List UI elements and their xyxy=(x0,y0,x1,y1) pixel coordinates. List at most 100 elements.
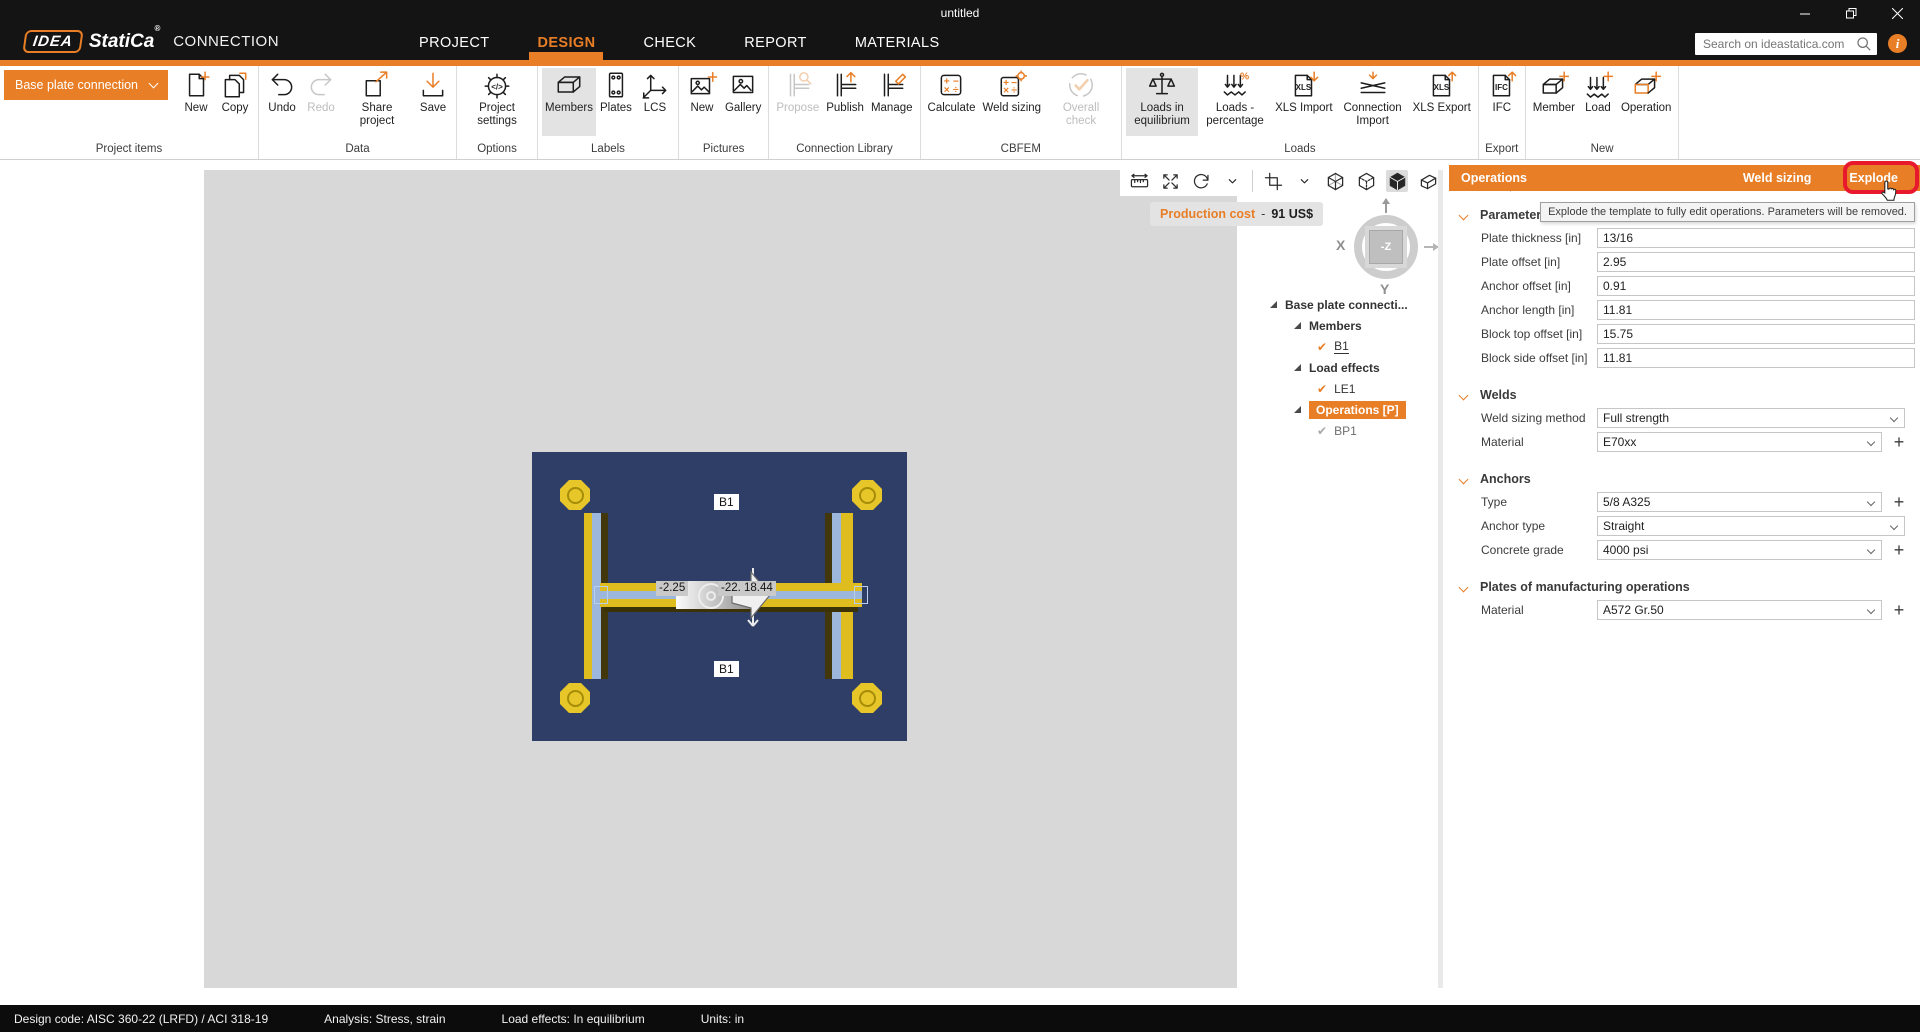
weld-sizing-header-button[interactable]: Weld sizing xyxy=(1743,171,1812,185)
dropdown-chevron-icon[interactable] xyxy=(1221,170,1243,192)
cube-wireframe-icon[interactable] xyxy=(1324,170,1346,192)
view-cube-axis-x[interactable]: X xyxy=(1336,237,1345,253)
tab-design[interactable]: DESIGN xyxy=(533,27,599,60)
zoom-fit-icon[interactable] xyxy=(1159,170,1181,192)
tree-item-operations[interactable]: Operations [P] xyxy=(1270,399,1446,420)
ribbon-button-xls-import[interactable]: XLSXLS Import xyxy=(1272,68,1336,136)
search-input[interactable] xyxy=(1695,33,1877,55)
info-button[interactable]: i xyxy=(1888,34,1907,53)
ribbon-button-copy[interactable]: Copy xyxy=(216,68,254,136)
dimension-label[interactable]: 18.44 xyxy=(741,581,776,596)
ribbon-button-operation[interactable]: Operation xyxy=(1618,68,1675,136)
cube-transparent-icon[interactable] xyxy=(1355,170,1377,192)
type-select[interactable]: 5/8 A325 xyxy=(1597,492,1882,512)
view-cube[interactable]: -Z X Y xyxy=(1336,205,1446,300)
add-concrete-grade-button[interactable]: + xyxy=(1889,539,1909,561)
property-label: Plate offset [in] xyxy=(1481,255,1560,269)
ribbon-button-save[interactable]: Save xyxy=(414,68,452,136)
ribbon-button-new[interactable]: New xyxy=(683,68,721,136)
minimize-button[interactable] xyxy=(1782,0,1828,27)
status-analysis: Analysis: Stress, strain xyxy=(324,1012,445,1026)
rotation-manipulator-dot[interactable] xyxy=(706,591,716,601)
ribbon-button-xls-export[interactable]: XLSXLS Export xyxy=(1410,68,1474,136)
section-header-welds[interactable]: Welds xyxy=(1449,387,1920,407)
restore-button[interactable] xyxy=(1828,0,1874,27)
block-top-offset-in-input[interactable] xyxy=(1597,324,1915,344)
anchor-bolt[interactable] xyxy=(560,683,590,713)
anchor-offset-in-input[interactable] xyxy=(1597,276,1915,296)
weld-sizing-method-select[interactable]: Full strength xyxy=(1597,408,1905,428)
checkmark-icon[interactable]: ✔ xyxy=(1317,382,1327,396)
ribbon-button-manage[interactable]: Manage xyxy=(868,68,916,136)
section-header-plates-of-manufacturing-operations[interactable]: Plates of manufacturing operations xyxy=(1449,579,1920,599)
anchor-length-in-input[interactable] xyxy=(1597,300,1915,320)
tree-item-bp1[interactable]: ✔ BP1 xyxy=(1270,420,1446,441)
expander-icon[interactable] xyxy=(1294,322,1301,329)
member-flange[interactable] xyxy=(584,513,592,679)
anchor-bolt[interactable] xyxy=(560,480,590,510)
3d-viewport[interactable]: -2.25 -22.4 18.44 B1 B1 xyxy=(204,170,1237,988)
anchor-bolt[interactable] xyxy=(852,480,882,510)
dropdown-chevron-icon[interactable] xyxy=(1293,170,1315,192)
tree-item-members[interactable]: Members xyxy=(1270,315,1446,336)
anchor-type-select[interactable]: Straight xyxy=(1597,516,1905,536)
ribbon-button-connection-import[interactable]: Connection Import xyxy=(1337,68,1409,136)
clip-view-icon[interactable] xyxy=(1262,170,1284,192)
ribbon-button-members[interactable]: Members xyxy=(542,68,596,136)
measure-icon[interactable] xyxy=(1128,170,1150,192)
ribbon-button-project-settings[interactable]: </>Project settings xyxy=(461,68,533,136)
add-material-button[interactable]: + xyxy=(1889,599,1909,621)
checkmark-icon[interactable]: ✔ xyxy=(1317,340,1327,354)
concrete-grade-select[interactable]: 4000 psi xyxy=(1597,540,1882,560)
plate-offset-in-input[interactable] xyxy=(1597,252,1915,272)
ribbon-button-share-project[interactable]: Share project xyxy=(341,68,413,136)
ribbon-button-loads-percentage[interactable]: %Loads - percentage xyxy=(1199,68,1271,136)
tab-materials[interactable]: MATERIALS xyxy=(851,27,944,60)
anchor-bolt[interactable] xyxy=(852,683,882,713)
ribbon-button-new[interactable]: New xyxy=(177,68,215,136)
expander-icon[interactable] xyxy=(1294,364,1301,371)
ribbon-button-plates[interactable]: Plates xyxy=(597,68,635,136)
ribbon-button-weld-sizing[interactable]: +−×÷Weld sizing xyxy=(979,68,1044,136)
ribbon-button-publish[interactable]: Publish xyxy=(823,68,867,136)
close-button[interactable] xyxy=(1874,0,1920,27)
dimension-label[interactable]: -2.25 xyxy=(656,581,688,596)
ribbon-button-load[interactable]: Load xyxy=(1579,68,1617,136)
section-header-anchors[interactable]: Anchors xyxy=(1449,471,1920,491)
ribbon-button-member[interactable]: Member xyxy=(1530,68,1578,136)
properties-body: ParametersPlate thickness [in]Plate offs… xyxy=(1449,207,1920,623)
tree-scrollbar[interactable] xyxy=(1438,170,1443,988)
add-material-button[interactable]: + xyxy=(1889,431,1909,453)
clipped-solid-icon[interactable] xyxy=(1417,170,1439,192)
ribbon-button-ifc[interactable]: IFCIFC xyxy=(1483,68,1521,136)
ribbon-button-gallery[interactable]: Gallery xyxy=(722,68,764,136)
tab-report[interactable]: REPORT xyxy=(740,27,811,60)
move-arrow-manipulator[interactable] xyxy=(726,566,776,628)
block-side-offset-in-input[interactable] xyxy=(1597,348,1915,368)
member-label-b1[interactable]: B1 xyxy=(714,661,739,677)
member-label-b1[interactable]: B1 xyxy=(714,494,739,510)
ribbon-button-loads-in-equilibrium[interactable]: Loads in equilibrium xyxy=(1126,68,1198,136)
expander-icon[interactable] xyxy=(1294,406,1301,413)
tab-project[interactable]: PROJECT xyxy=(415,27,493,60)
ribbon-button-undo[interactable]: Undo xyxy=(263,68,301,136)
add-type-button[interactable]: + xyxy=(1889,491,1909,513)
tree-item-load-effects[interactable]: Load effects xyxy=(1270,357,1446,378)
ribbon-button-lcs[interactable]: LCS xyxy=(636,68,674,136)
material-select[interactable]: E70xx xyxy=(1597,432,1882,452)
view-cube-face[interactable]: -Z xyxy=(1365,226,1407,268)
checkmark-icon[interactable]: ✔ xyxy=(1317,424,1327,438)
material-select[interactable]: A572 Gr.50 xyxy=(1597,600,1882,620)
expander-icon[interactable] xyxy=(1270,301,1277,308)
cube-solid-icon[interactable] xyxy=(1386,170,1408,192)
svg-text:×: × xyxy=(1003,86,1009,97)
tree-item-root[interactable]: Base plate connecti... xyxy=(1270,294,1446,315)
tab-check[interactable]: CHECK xyxy=(639,27,700,60)
tree-item-b1[interactable]: ✔ B1 xyxy=(1270,336,1446,357)
ribbon-button-calculate[interactable]: +−×÷Calculate xyxy=(925,68,979,136)
tree-item-le1[interactable]: ✔ LE1 xyxy=(1270,378,1446,399)
rotate-view-icon[interactable] xyxy=(1190,170,1212,192)
logo-idea: IDEA xyxy=(22,30,83,53)
plate-thickness-in-input[interactable] xyxy=(1597,228,1915,248)
connection-type-dropdown[interactable]: Base plate connection xyxy=(4,70,168,100)
